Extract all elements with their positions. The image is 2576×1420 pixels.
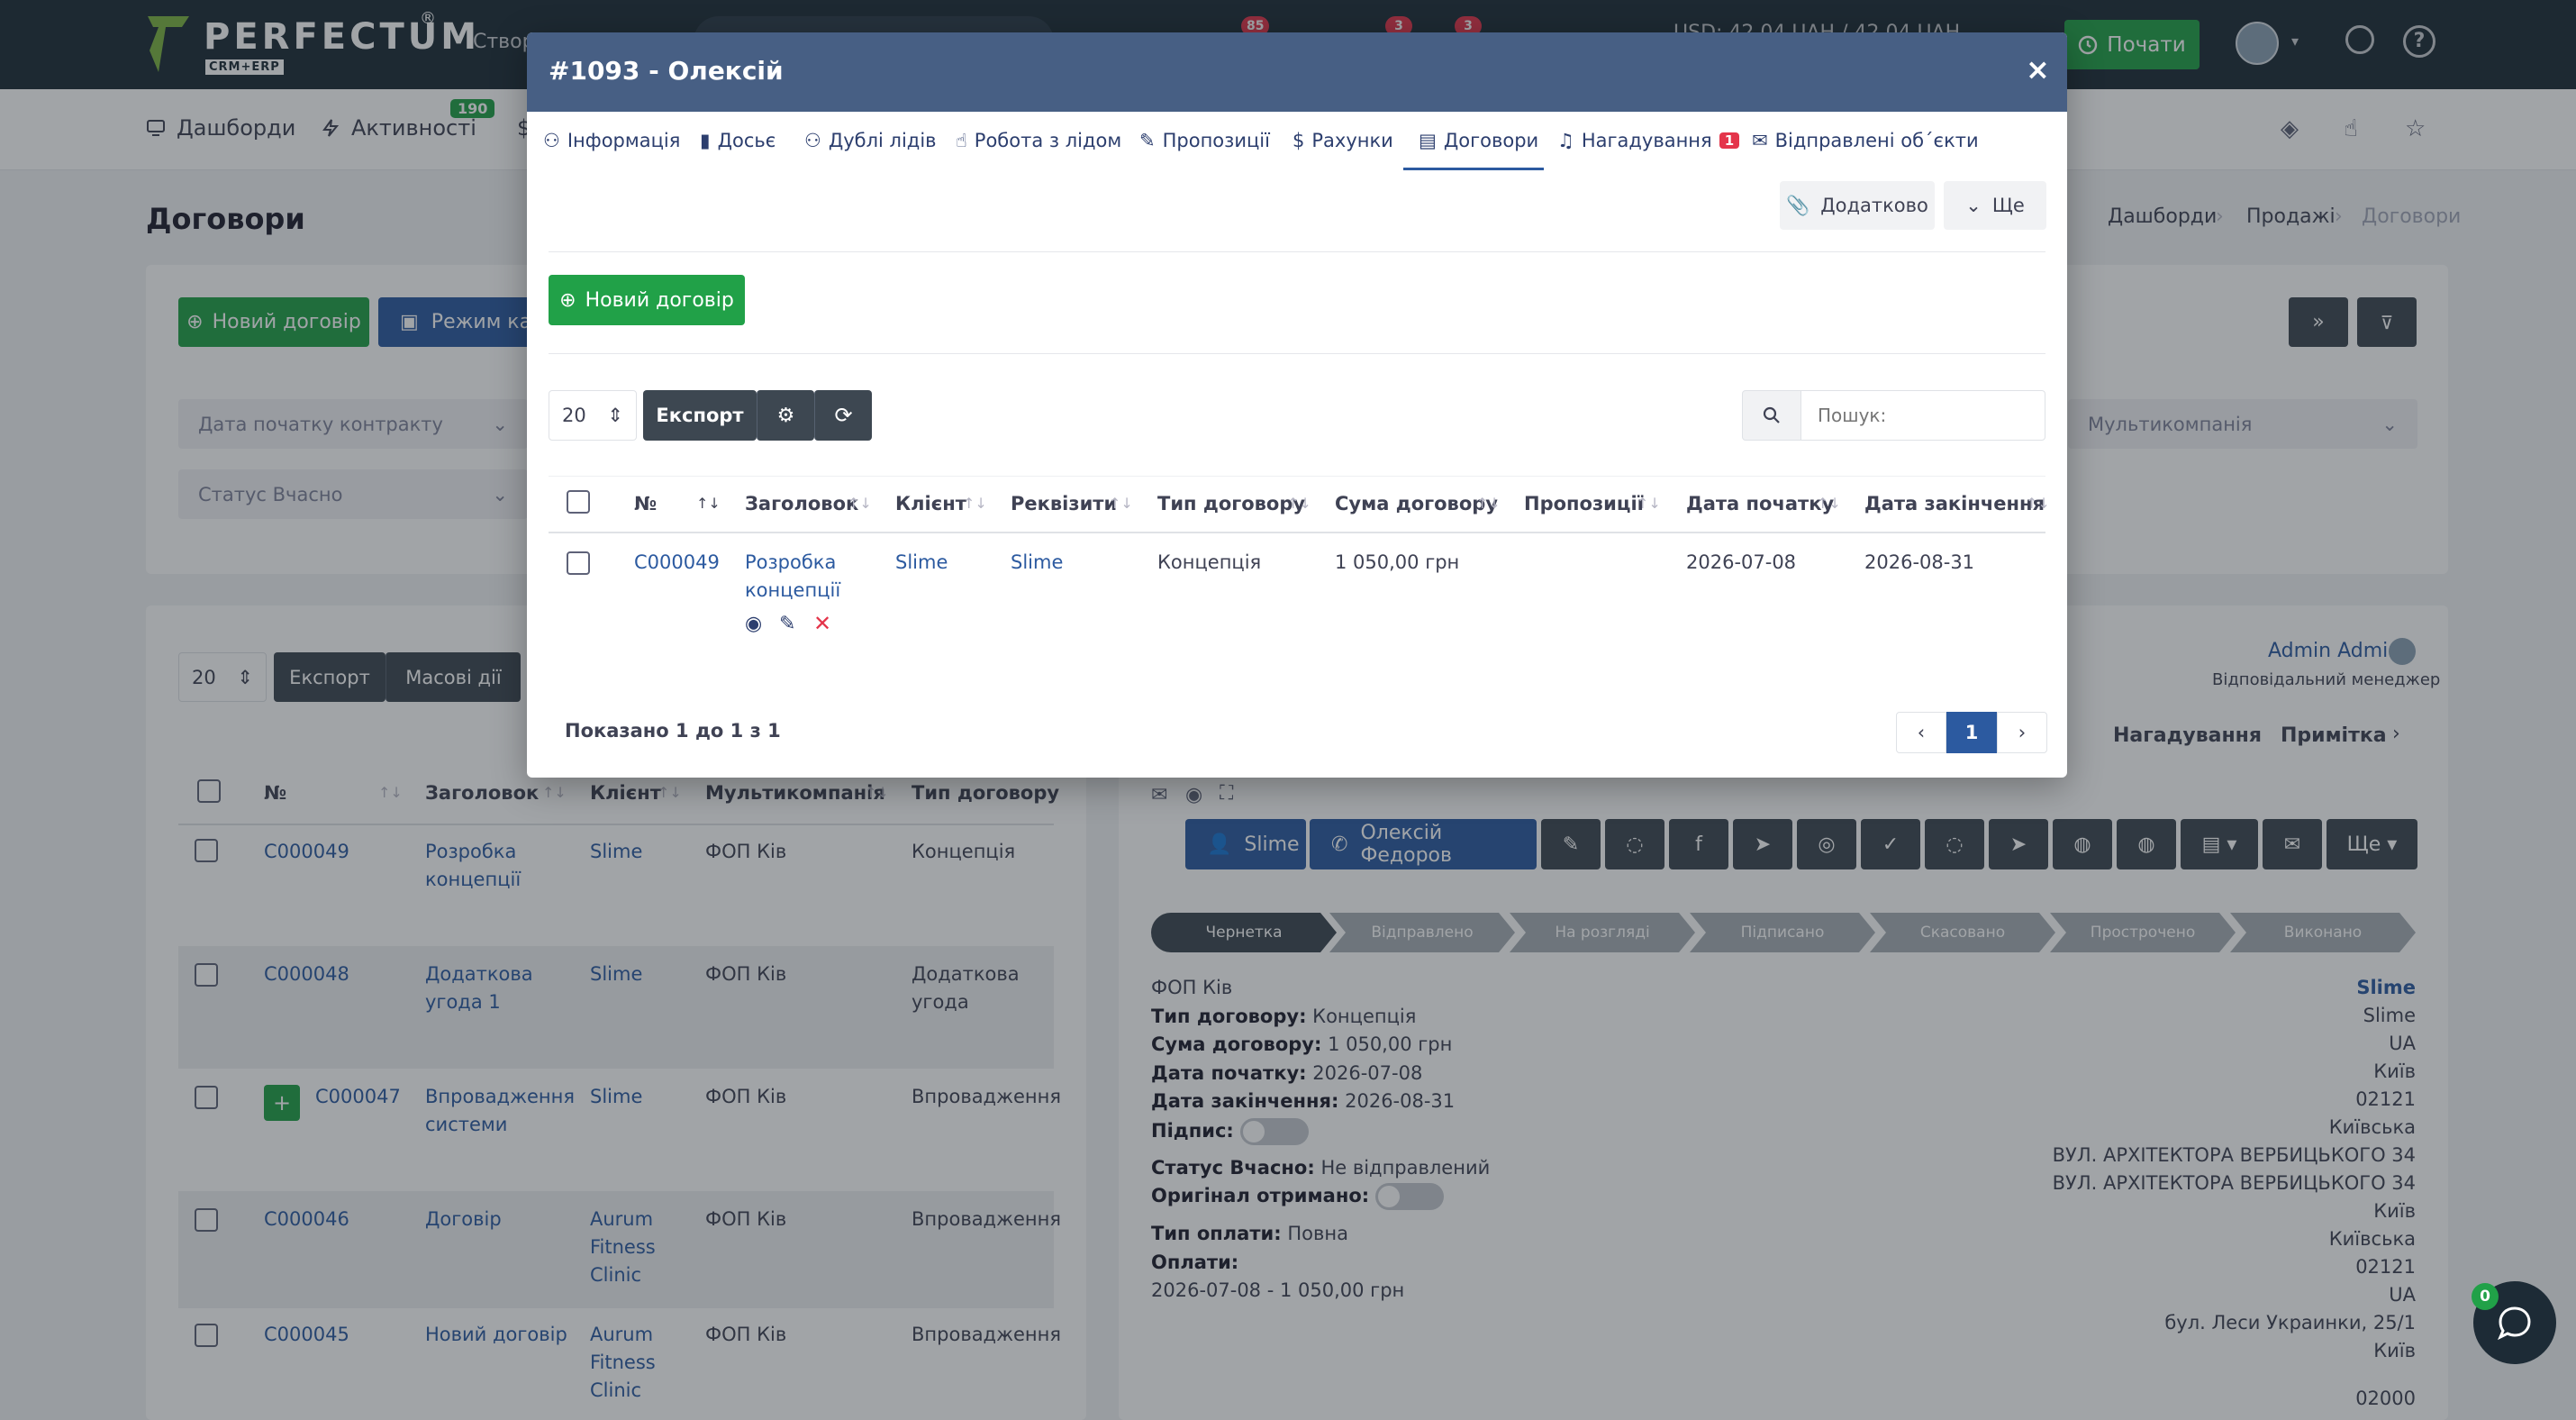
- col-offers[interactable]: Пропозиції: [1524, 493, 1644, 514]
- more-label: Ще: [1991, 195, 2025, 216]
- bell-icon: ♫: [1557, 130, 1574, 151]
- sort-icon[interactable]: ↑↓: [1637, 495, 1661, 512]
- new-contract-label: Новий договір: [585, 288, 734, 312]
- row-title-line: Розробка: [745, 551, 837, 573]
- user-icon: ⚇: [543, 130, 560, 151]
- additional-label: Додатково: [1820, 195, 1928, 216]
- tab-label: Нагадування: [1581, 130, 1712, 151]
- sort-icon[interactable]: ↑↓: [696, 495, 721, 512]
- export-button[interactable]: Експорт: [643, 390, 757, 441]
- table-row[interactable]: C000049 Розробка концепції ◉ ✎ ✕ Slime Sl…: [549, 533, 2045, 687]
- tab-label: Відправлені об΄єкти: [1774, 130, 1979, 151]
- settings-icon[interactable]: ⚙: [757, 390, 814, 441]
- tab-label: Робота з лідом: [974, 130, 1122, 151]
- delete-icon[interactable]: ✕: [813, 611, 831, 636]
- row-start-date: 2026-07-08: [1686, 551, 1797, 573]
- sort-icon[interactable]: ↑↓: [1287, 495, 1311, 512]
- tab-information[interactable]: ⚇ Інформація: [543, 130, 680, 151]
- pagination-next-icon[interactable]: ›: [1997, 712, 2047, 753]
- tab-sent-objects[interactable]: ✉ Відправлені об΄єкти: [1752, 130, 1979, 151]
- tab-label: Пропозиції: [1162, 130, 1270, 151]
- select-all-checkbox[interactable]: [567, 490, 590, 514]
- sort-icon[interactable]: ↑↓: [1109, 495, 1133, 512]
- refresh-icon[interactable]: ⟳: [814, 390, 872, 441]
- more-button[interactable]: ⌄ Ще: [1944, 181, 2046, 230]
- magnifier-icon: [1763, 406, 1780, 423]
- lead-modal: #1093 - Олексій × ⚇ Інформація ▮ Досьє ⚇ Ду…: [527, 32, 2067, 778]
- col-end-date[interactable]: Дата закінчення: [1864, 493, 2045, 514]
- tab-contracts[interactable]: ▤ Договори: [1419, 130, 1538, 151]
- tab-label: Досьє: [717, 130, 776, 151]
- row-checkbox[interactable]: [567, 551, 590, 575]
- view-icon[interactable]: ◉: [745, 613, 762, 635]
- tab-invoices[interactable]: $ Рахунки: [1293, 130, 1393, 151]
- chat-bubble-icon: [2498, 1306, 2531, 1341]
- sort-icon[interactable]: ↑↓: [2026, 495, 2050, 512]
- sort-icon[interactable]: ↑↓: [1476, 495, 1501, 512]
- row-requisites[interactable]: Slime: [1011, 549, 1063, 577]
- col-requisites[interactable]: Реквізити: [1011, 493, 1117, 514]
- row-number[interactable]: C000049: [634, 549, 720, 577]
- row-end-date: 2026-08-31: [1864, 551, 1975, 573]
- tab-lead-work[interactable]: ☝ Робота з лідом: [956, 130, 1121, 151]
- active-tab-indicator: [1403, 168, 1544, 170]
- row-sum: 1 050,00 грн: [1335, 551, 1460, 573]
- pencil-icon: ✎: [1139, 130, 1156, 151]
- dollar-icon: $: [1293, 130, 1305, 151]
- divider: [549, 251, 2045, 252]
- sort-arrows-icon: ⇕: [607, 405, 623, 426]
- row-title[interactable]: Розробка концепції: [745, 549, 840, 605]
- pagination-page[interactable]: 1: [1946, 712, 1997, 753]
- sort-icon[interactable]: ↑↓: [848, 495, 872, 512]
- sort-icon[interactable]: ↑↓: [963, 495, 987, 512]
- chat-badge: 0: [2472, 1283, 2499, 1310]
- row-title-line: концепції: [745, 579, 841, 601]
- paperclip-icon: 📎: [1786, 194, 1810, 216]
- hand-icon: ☝: [956, 130, 967, 151]
- tab-label: Дублі лідів: [828, 130, 937, 151]
- row-type: Концепція: [1157, 551, 1262, 573]
- new-contract-button[interactable]: ⊕ Новий договір: [549, 275, 745, 325]
- row-client[interactable]: Slime: [895, 549, 948, 577]
- tab-label: Договори: [1443, 130, 1539, 151]
- modal-title: #1093 - Олексій: [549, 56, 784, 86]
- col-number[interactable]: №: [634, 493, 657, 514]
- tab-label: Інформація: [567, 130, 681, 151]
- tab-label: Рахунки: [1311, 130, 1393, 151]
- document-icon: ▤: [1419, 130, 1437, 151]
- col-start-date[interactable]: Дата початку: [1686, 493, 1834, 514]
- page-size-select[interactable]: 20 ⇕: [549, 390, 637, 441]
- tab-reminders[interactable]: ♫ Нагадування 1: [1557, 130, 1740, 151]
- mail-icon: ✉: [1752, 130, 1768, 151]
- chevron-down-icon: ⌄: [1965, 195, 1982, 216]
- additional-button[interactable]: 📎 Додатково: [1780, 181, 1935, 230]
- col-contract-type[interactable]: Тип договору: [1157, 493, 1305, 514]
- pagination-prev-icon[interactable]: ‹: [1896, 712, 1946, 753]
- search-input[interactable]: [1801, 390, 2045, 441]
- tab-dossier[interactable]: ▮ Досьє: [700, 130, 776, 151]
- tab-offers[interactable]: ✎ Пропозиції: [1139, 130, 1270, 151]
- search-icon[interactable]: [1742, 390, 1801, 441]
- pagination-info: Показано 1 до 1 з 1: [565, 720, 781, 742]
- col-client[interactable]: Клієнт: [895, 493, 966, 514]
- tab-lead-duplicates[interactable]: ⚇ Дублі лідів: [804, 130, 937, 151]
- page-size-value: 20: [562, 405, 586, 426]
- reminders-badge: 1: [1719, 132, 1740, 149]
- col-contract-sum[interactable]: Сума договору: [1335, 493, 1498, 514]
- close-icon[interactable]: ×: [2026, 52, 2050, 86]
- book-icon: ▮: [700, 130, 711, 151]
- divider: [549, 353, 2045, 354]
- edit-icon[interactable]: ✎: [779, 613, 795, 635]
- sort-icon[interactable]: ↑↓: [1817, 495, 1841, 512]
- users-icon: ⚇: [804, 130, 821, 151]
- plus-circle-icon: ⊕: [559, 288, 576, 312]
- col-title[interactable]: Заголовок: [745, 493, 858, 514]
